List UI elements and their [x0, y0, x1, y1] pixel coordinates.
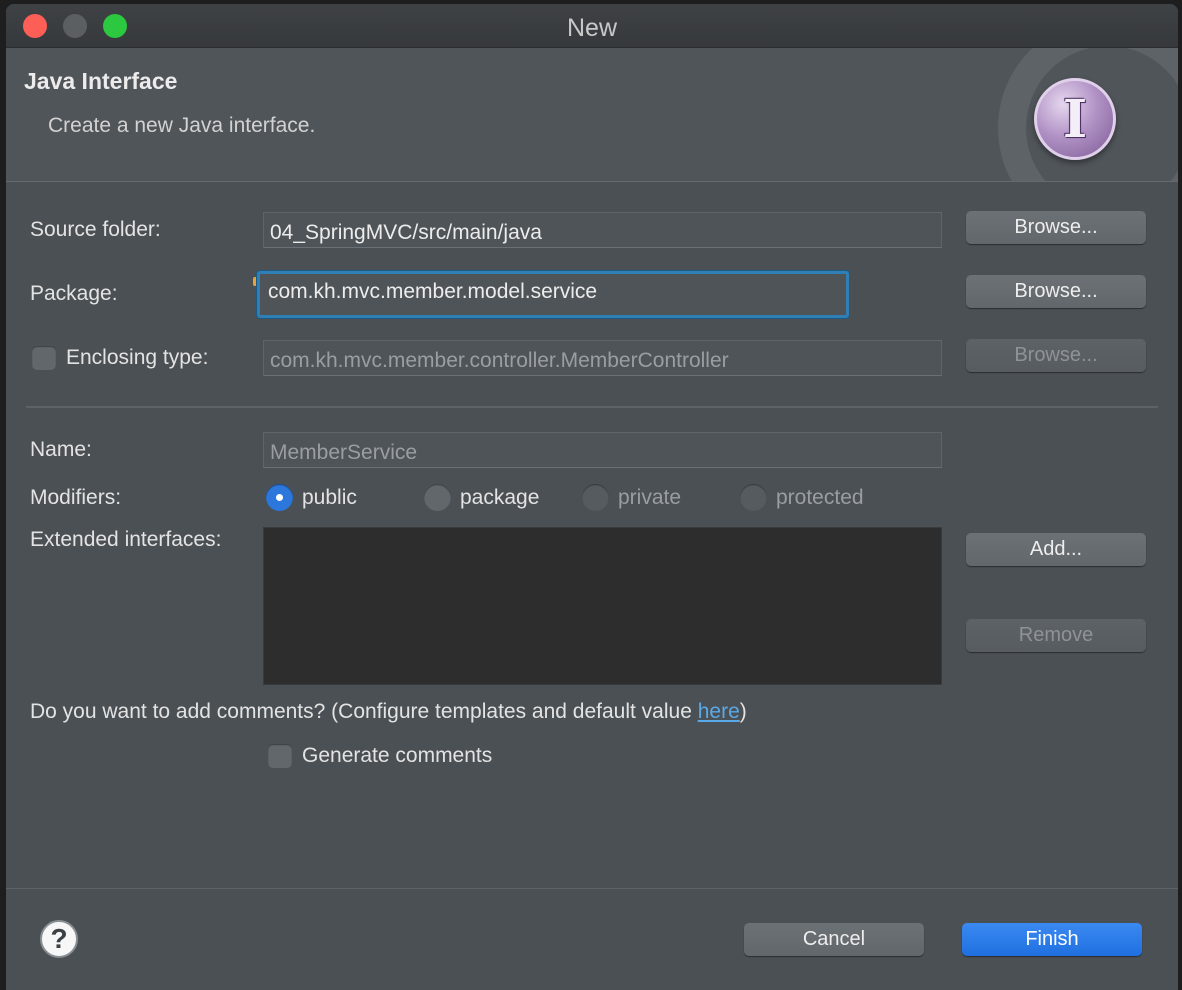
window-title: New [566, 14, 617, 42]
finish-button[interactable]: Finish [962, 923, 1142, 956]
package-browse-button[interactable]: Browse... [966, 275, 1146, 308]
wizard-description: Create a new Java interface. [48, 114, 316, 137]
modifier-package-radio[interactable] [424, 484, 451, 511]
interface-icon: I [1034, 78, 1116, 160]
footer-separator [6, 888, 1178, 889]
name-field[interactable]: MemberService [263, 432, 942, 468]
add-interface-button[interactable]: Add... [966, 533, 1146, 566]
generate-comments-checkbox[interactable] [268, 744, 292, 768]
configure-templates-link[interactable]: here [698, 700, 740, 723]
modifiers-label: Modifiers: [30, 486, 122, 509]
modifier-package-label: package [460, 486, 540, 509]
name-label: Name: [30, 438, 92, 461]
enclosing-type-browse-button[interactable]: Browse... [966, 339, 1146, 372]
package-label: Package: [30, 282, 118, 305]
remove-interface-button[interactable]: Remove [966, 619, 1146, 652]
source-folder-browse-button[interactable]: Browse... [966, 211, 1146, 244]
wizard-title: Java Interface [24, 68, 178, 94]
source-folder-field[interactable]: 04_SpringMVC/src/main/java [263, 212, 942, 248]
comments-question-suffix: ) [739, 700, 747, 723]
package-field[interactable]: com.kh.mvc.member.model.service [257, 271, 849, 318]
modifier-protected-label: protected [776, 486, 864, 509]
comments-question-prefix: Do you want to add comments? (Configure … [30, 700, 698, 723]
modifier-public-label: public [302, 486, 357, 509]
modifier-private-radio[interactable] [582, 484, 609, 511]
modifier-protected-radio[interactable] [740, 484, 767, 511]
section-separator [26, 406, 1158, 408]
modifier-public-radio[interactable] [266, 484, 293, 511]
source-folder-label: Source folder: [30, 218, 161, 241]
generate-comments-label: Generate comments [302, 744, 493, 767]
wizard-header: Java Interface Create a new Java interfa… [6, 48, 1178, 182]
enclosing-type-label: Enclosing type: [66, 346, 209, 369]
enclosing-type-checkbox[interactable] [32, 346, 56, 370]
comments-question: Do you want to add comments? (Configure … [30, 700, 747, 724]
help-icon[interactable]: ? [40, 920, 78, 958]
modifier-private-label: private [618, 486, 682, 509]
extended-interfaces-label: Extended interfaces: [30, 528, 222, 551]
title-bar: New [6, 4, 1178, 48]
cancel-button[interactable]: Cancel [744, 923, 924, 956]
new-wizard-window: New Java Interface Create a new Java int… [6, 4, 1178, 990]
extended-interfaces-list[interactable] [263, 527, 942, 685]
enclosing-type-field[interactable]: com.kh.mvc.member.controller.MemberContr… [263, 340, 942, 376]
